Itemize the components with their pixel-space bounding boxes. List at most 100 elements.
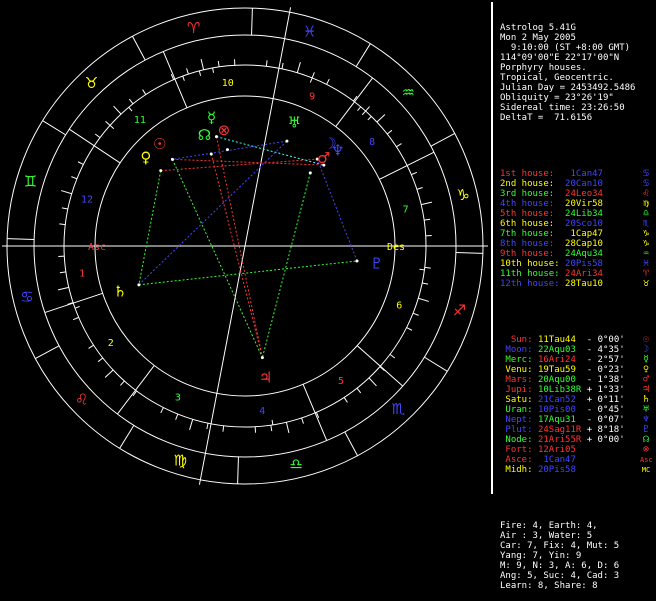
house-number: 10 [222, 78, 234, 89]
chart-header: Astrolog 5.41GMon 2 May 2005 9:10:00 (ST… [500, 23, 656, 123]
summary-line: Car: 7, Fix: 4, Mut: 5 [500, 541, 656, 551]
house-label: 5th house: [500, 209, 554, 219]
zodiac-sign-icon: ♐ [453, 302, 466, 320]
house-number: 2 [108, 338, 114, 349]
planet-positions-list: Sun: 11Tau44 - 0°00'☉ Moon: 22Aqu03 - 4°… [500, 335, 656, 475]
planet-row: Mars: 20Aqu00 - 1°38'♂ [500, 375, 656, 385]
degree-tick [129, 99, 133, 104]
house-number: 5 [338, 376, 344, 387]
degree-tick [417, 188, 423, 190]
planet-latitude: + 8°18' [587, 425, 625, 435]
zodiac-sign-icon: ♉ [640, 279, 652, 289]
degree-tick [59, 224, 65, 225]
header-line: Sidereal time: 23:26:50 [500, 103, 656, 113]
degree-tick [422, 283, 428, 284]
zodiac-sign-icon: ♓ [303, 23, 316, 41]
summary-line: Learn: 8, Share: 8 [500, 581, 656, 591]
house-row: 11th house: 24Ari34♈ [500, 269, 656, 279]
planet-glyph-icon: MC [640, 465, 652, 475]
house-label: 7th house: [500, 229, 554, 239]
planet-name: Fort: [505, 445, 532, 455]
zodiac-sign-icon: ♈ [187, 19, 200, 37]
planet-row: Moon: 22Aqu03 - 4°35'☽ [500, 345, 656, 355]
aspect-line [216, 137, 323, 165]
planet-name: Asce: [505, 455, 532, 465]
degree-tick [377, 115, 385, 123]
zodiac-sign-icon: ♌ [75, 390, 88, 408]
planet-latitude: + 0°11' [587, 395, 625, 405]
planet-glyph-icon: ♀ [140, 148, 151, 166]
aspect-line [139, 261, 357, 285]
house-number: 11 [134, 115, 146, 126]
degree-tick [424, 219, 430, 220]
degree-tick [73, 317, 79, 319]
planet-tick [272, 420, 273, 425]
planet-dot [322, 164, 325, 167]
header-line: Astrolog 5.41G [500, 23, 656, 33]
planet-glyph-icon: ☿ [207, 108, 216, 126]
sign-boundary [431, 133, 455, 146]
planet-tick [362, 111, 365, 115]
house-number: 6 [396, 301, 402, 312]
planet-glyph-icon: ⊗ [640, 445, 652, 455]
planet-latitude: + 1°33' [587, 385, 625, 395]
header-line: DeltaT = 71.6156 [500, 113, 656, 123]
planet-dot [356, 259, 359, 262]
house-label: 4th house: [500, 199, 554, 209]
zodiac-sign-icon: ♎ [290, 455, 303, 473]
planet-row: Uran: 10Pis00 - 0°45'♅ [500, 405, 656, 415]
header-line: 114°09'00"E 22°17'00"N [500, 53, 656, 63]
planet-row: Satu: 21Can52 + 0°11'♄ [500, 395, 656, 405]
degree-tick [120, 381, 124, 385]
house-label: 10th house: [500, 259, 560, 269]
aspect-line [139, 171, 161, 285]
planet-name: Uran: [505, 405, 532, 415]
planet-name: Sun: [511, 335, 533, 345]
element-summary: Fire: 4, Earth: 4,Air : 3, Water: 5Car: … [500, 521, 656, 591]
house-label: 9th house: [500, 249, 554, 259]
planet-position: 21Ari55R [538, 435, 581, 445]
house-cusp-line [117, 365, 154, 414]
sign-boundary [345, 432, 358, 456]
descendant-label: Des [387, 242, 405, 253]
degree-tick [418, 298, 429, 301]
house-cusp-value: 20Vir58 [565, 199, 603, 209]
house-number: 8 [369, 137, 375, 148]
sign-boundary [7, 239, 34, 240]
planet-latitude: - 1°38' [587, 375, 625, 385]
degree-tick [89, 345, 94, 348]
planet-latitude: - 0°07' [587, 415, 625, 425]
house-cusp-line [336, 78, 373, 127]
planet-glyph-icon: Asc [640, 455, 652, 465]
degree-tick [396, 144, 401, 147]
degree-tick [62, 208, 68, 209]
planet-tick [110, 125, 114, 128]
house-row: 12th house: 28Tau10♉ [500, 279, 656, 289]
degree-tick [387, 130, 392, 134]
planet-row: Asce: 1Can47 Asc [500, 455, 656, 465]
header-line: Obliquity = 23°26'19" [500, 93, 656, 103]
degree-tick [114, 106, 122, 114]
aspect-line [262, 173, 310, 358]
ascendant-label: Asc [88, 242, 106, 253]
planet-tick [183, 76, 185, 81]
planet-glyph-icon: ♅ [288, 113, 301, 131]
planet-tick [213, 68, 214, 73]
degree-tick [366, 107, 370, 111]
degree-tick [411, 172, 417, 174]
house-cusp-value: 28Cap10 [565, 239, 603, 249]
wheel-svg: ♈♉♊♋♌♍♎♏♐♑♒♓123456789101112AscDes☉☽☿♀♂♃♄… [0, 0, 490, 496]
sign-boundary [120, 425, 134, 448]
sign-boundary [356, 44, 370, 67]
planet-dot [226, 148, 229, 151]
house-number: 12 [81, 194, 93, 205]
degree-tick [282, 63, 283, 69]
sign-boundary [132, 36, 145, 60]
aspect-line [211, 154, 262, 358]
degree-tick [58, 287, 69, 290]
degree-tick [105, 370, 113, 378]
degree-tick [95, 134, 100, 138]
planet-glyph-icon: ♇ [370, 255, 383, 273]
house-number: 9 [309, 91, 315, 102]
house-cusp-value: 1Can47 [565, 169, 603, 179]
